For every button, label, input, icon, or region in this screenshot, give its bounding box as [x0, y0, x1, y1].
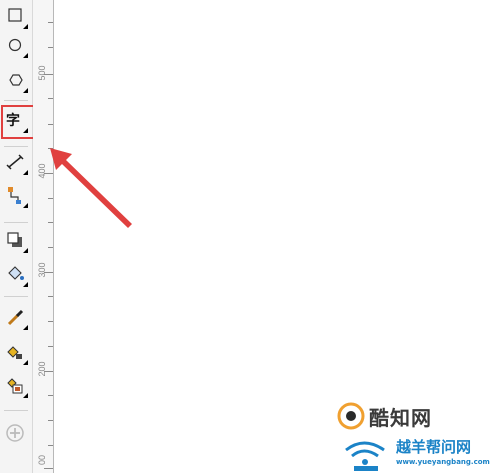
flyout-indicator [23, 170, 28, 175]
ellipse-tool[interactable] [3, 33, 29, 59]
ruler-tick [48, 247, 53, 248]
ruler-tick [48, 22, 53, 23]
toolbox-separator [4, 296, 28, 297]
flyout-indicator [23, 325, 28, 330]
rectangle-tool[interactable] [3, 4, 29, 30]
toolbox-separator [4, 222, 28, 223]
dimension-tool[interactable] [3, 150, 29, 176]
toolbox: 字 [0, 0, 33, 473]
toolbox-separator [4, 100, 28, 101]
vertical-ruler[interactable]: 500 400 300 200 00 [33, 0, 54, 473]
flyout-indicator [23, 53, 28, 58]
ruler-tick [48, 395, 53, 396]
ruler-tick [48, 124, 53, 125]
ruler-tick [48, 98, 53, 99]
flyout-indicator [23, 24, 28, 29]
watermark-yueyangbang-text: 越羊帮问网 [396, 438, 472, 456]
polygon-tool[interactable] [3, 68, 29, 94]
ruler-tick [48, 420, 53, 421]
ruler-label: 00 [37, 455, 47, 466]
fill-tool[interactable] [3, 262, 29, 288]
ruler-tick [48, 321, 53, 322]
wifi-logo-icon [345, 441, 385, 471]
watermark-url: www.yueyangbang.com [396, 458, 490, 466]
flyout-indicator [23, 282, 28, 287]
toolbox-separator [4, 410, 28, 411]
ruler-tick [48, 148, 53, 149]
flyout-indicator [23, 88, 28, 93]
watermark-kuzhi: 酷知网 [335, 400, 445, 434]
flyout-indicator [23, 393, 28, 398]
watermark-kuzhi-text: 酷知网 [369, 406, 432, 430]
eyedropper-tool[interactable] [3, 305, 29, 331]
ruler-label: 200 [37, 361, 47, 377]
ruler-tick [48, 296, 53, 297]
watermark-yueyangbang: 越羊帮问网 www.yueyangbang.com [340, 432, 490, 472]
kuzhi-logo-icon [337, 402, 365, 430]
ruler-tick [48, 198, 53, 199]
smart-fill-tool[interactable] [3, 373, 29, 399]
interactive-fill-tool[interactable] [3, 340, 29, 366]
add-tool[interactable] [3, 420, 29, 446]
flyout-indicator [23, 360, 28, 365]
ruler-tick [48, 47, 53, 48]
plus-circle-icon [6, 424, 24, 442]
ruler-label: 300 [37, 262, 47, 278]
ruler-label: 500 [37, 65, 47, 81]
flyout-indicator [23, 203, 28, 208]
drop-shadow-tool[interactable] [3, 228, 29, 254]
flyout-indicator [23, 248, 28, 253]
ruler-tick [48, 445, 53, 446]
ruler-tick [48, 346, 53, 347]
connector-tool[interactable] [3, 183, 29, 209]
toolbox-separator [4, 146, 28, 147]
ruler-label: 400 [37, 163, 47, 179]
ruler-tick [48, 222, 53, 223]
